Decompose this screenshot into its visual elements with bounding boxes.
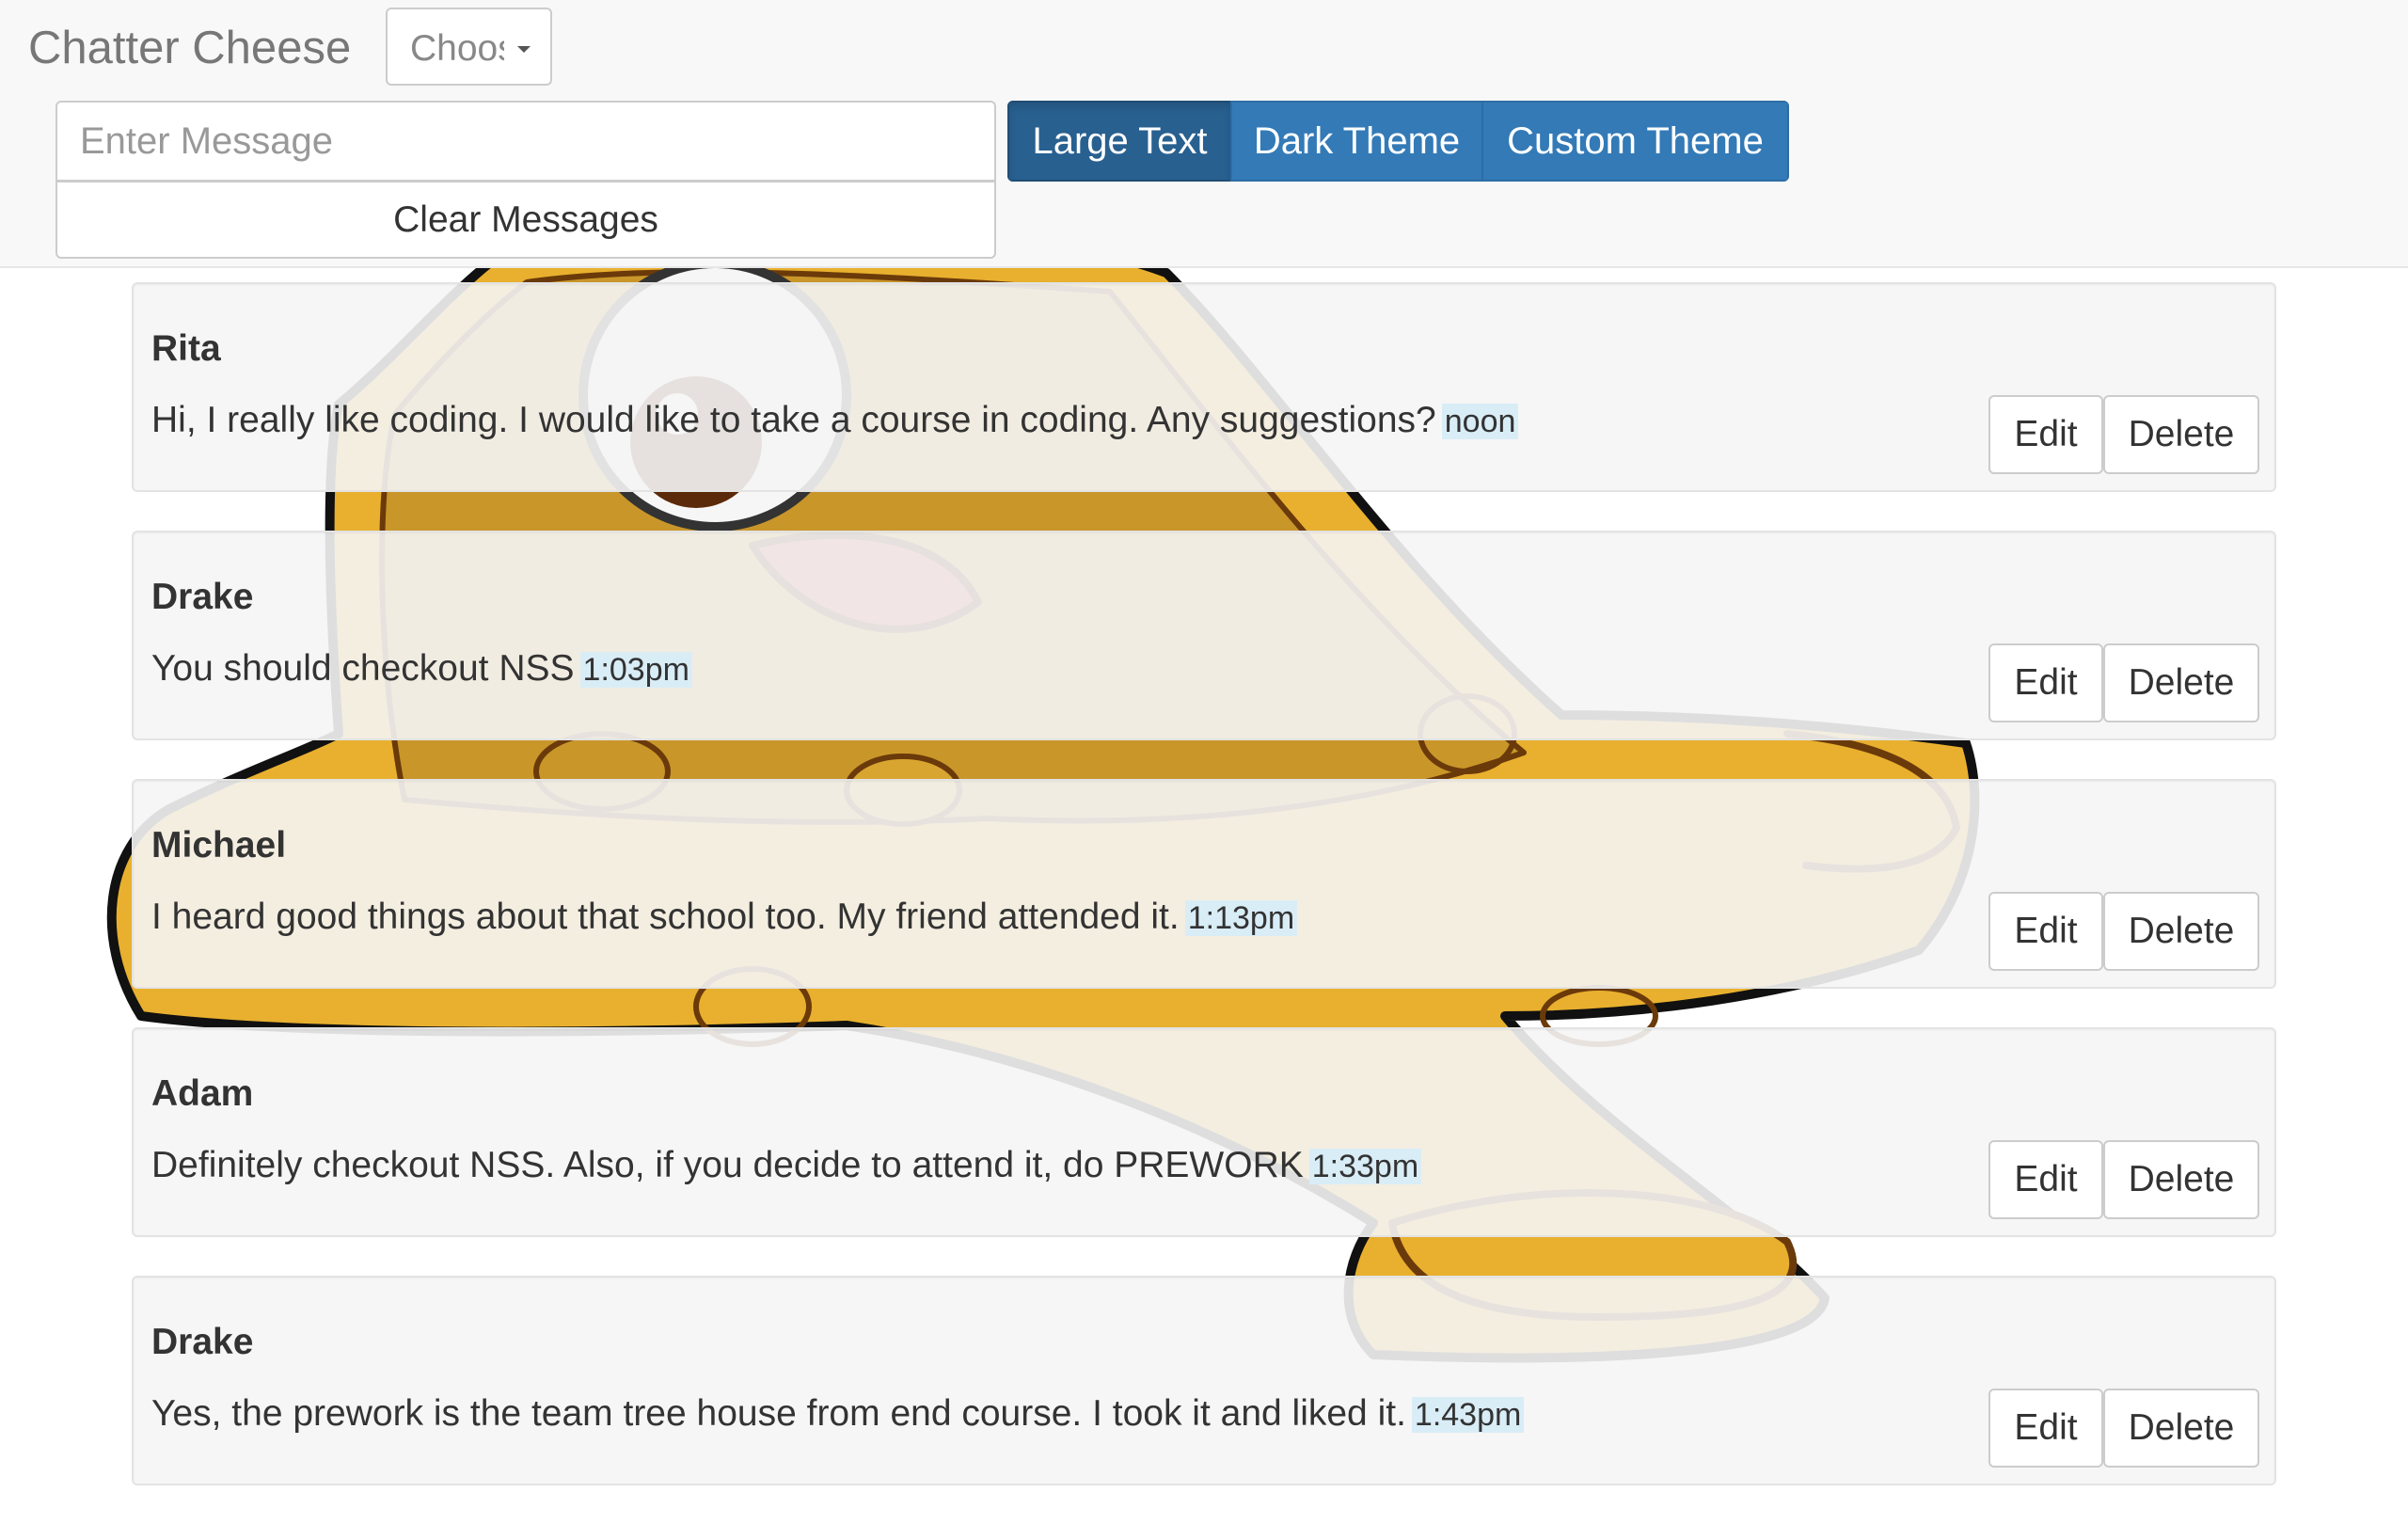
custom-theme-button[interactable]: Custom Theme bbox=[1481, 101, 1789, 182]
delete-button[interactable]: Delete bbox=[2103, 1140, 2259, 1219]
message-text-line: You should checkout NSS 1:03pm bbox=[151, 647, 692, 691]
message-author: Michael bbox=[151, 825, 287, 865]
message-card: Drake You should checkout NSS 1:03pm Edit… bbox=[132, 531, 2276, 740]
message-input[interactable] bbox=[55, 101, 996, 182]
edit-button[interactable]: Edit bbox=[1988, 892, 2103, 971]
edit-button[interactable]: Edit bbox=[1988, 1140, 2103, 1219]
message-author: Drake bbox=[151, 1322, 254, 1362]
message-actions: Edit Delete bbox=[1988, 395, 2259, 474]
top-navbar: Chatter Cheese Choose User Clear Message… bbox=[0, 0, 2408, 268]
message-timestamp: 1:13pm bbox=[1184, 900, 1298, 936]
message-author: Adam bbox=[151, 1073, 254, 1114]
caret-down-icon bbox=[517, 46, 531, 53]
message-author: Rita bbox=[151, 328, 221, 369]
message-text: Hi, I really like coding. I would like t… bbox=[151, 400, 1436, 440]
delete-button[interactable]: Delete bbox=[2103, 892, 2259, 971]
delete-button[interactable]: Delete bbox=[2103, 1389, 2259, 1468]
edit-button[interactable]: Edit bbox=[1988, 643, 2103, 722]
clear-messages-button[interactable]: Clear Messages bbox=[55, 181, 996, 259]
message-actions: Edit Delete bbox=[1988, 643, 2259, 722]
message-text-line: I heard good things about that school to… bbox=[151, 896, 1298, 940]
message-text: I heard good things about that school to… bbox=[151, 897, 1180, 937]
message-actions: Edit Delete bbox=[1988, 892, 2259, 971]
delete-button[interactable]: Delete bbox=[2103, 395, 2259, 474]
brand-title[interactable]: Chatter Cheese bbox=[28, 19, 351, 77]
message-actions: Edit Delete bbox=[1988, 1389, 2259, 1468]
user-select-dropdown[interactable]: Choose User bbox=[386, 8, 552, 86]
message-card: Michael I heard good things about that s… bbox=[132, 779, 2276, 989]
message-timestamp: 1:33pm bbox=[1308, 1149, 1422, 1184]
large-text-button[interactable]: Large Text bbox=[1007, 101, 1232, 182]
message-text: Yes, the prework is the team tree house … bbox=[151, 1393, 1406, 1434]
message-text-line: Definitely checkout NSS. Also, if you de… bbox=[151, 1144, 1422, 1188]
message-text-line: Hi, I really like coding. I would like t… bbox=[151, 399, 1519, 443]
dark-theme-button[interactable]: Dark Theme bbox=[1230, 101, 1483, 182]
message-card: Adam Definitely checkout NSS. Also, if y… bbox=[132, 1027, 2276, 1237]
user-select-value: Choose User bbox=[410, 28, 504, 69]
edit-button[interactable]: Edit bbox=[1988, 1389, 2103, 1468]
message-text-line: Yes, the prework is the team tree house … bbox=[151, 1392, 1525, 1437]
message-timestamp: 1:03pm bbox=[579, 652, 692, 688]
message-timestamp: noon bbox=[1441, 404, 1519, 439]
theme-button-group: Large Text Dark Theme Custom Theme bbox=[1007, 101, 1789, 182]
message-actions: Edit Delete bbox=[1988, 1140, 2259, 1219]
message-timestamp: 1:43pm bbox=[1411, 1397, 1525, 1433]
message-text: Definitely checkout NSS. Also, if you de… bbox=[151, 1145, 1304, 1185]
message-card: Rita Hi, I really like coding. I would l… bbox=[132, 282, 2276, 492]
message-author: Drake bbox=[151, 577, 254, 617]
message-text: You should checkout NSS bbox=[151, 648, 575, 689]
edit-button[interactable]: Edit bbox=[1988, 395, 2103, 474]
message-card: Drake Yes, the prework is the team tree … bbox=[132, 1276, 2276, 1485]
delete-button[interactable]: Delete bbox=[2103, 643, 2259, 722]
